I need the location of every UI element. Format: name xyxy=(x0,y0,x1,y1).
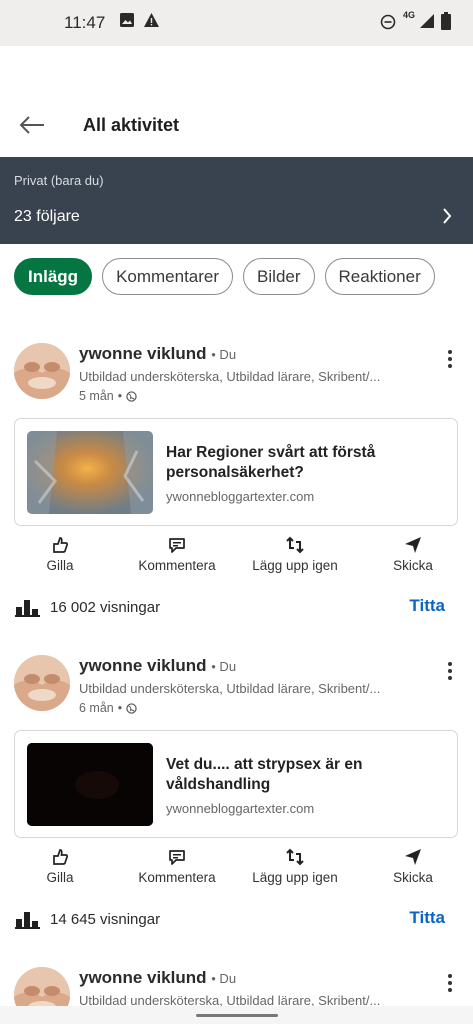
author-degree: • Du xyxy=(211,347,237,362)
status-bar: 11:47 4G xyxy=(0,0,473,46)
author-headline: Utbildad undersköterska, Utbildad lärare… xyxy=(79,369,381,384)
send-label: Skicka xyxy=(393,870,433,885)
post-card: ywonne viklund • Du Utbildad undersköter… xyxy=(0,632,473,944)
author-name[interactable]: ywonne viklund xyxy=(79,968,207,987)
author-line[interactable]: ywonne viklund • Du xyxy=(79,656,236,676)
post-meta: 5 mån • xyxy=(79,389,137,403)
author-degree: • Du xyxy=(211,659,237,674)
link-title: Har Regioner svårt att förstå personalsä… xyxy=(166,444,376,481)
followers-count: 23 följare xyxy=(14,208,80,225)
author-headline: Utbildad undersköterska, Utbildad lärare… xyxy=(79,993,381,1006)
analytics-bar-icon xyxy=(15,600,40,617)
send-icon xyxy=(405,537,421,553)
link-thumbnail xyxy=(27,743,153,826)
like-button[interactable]: Gilla xyxy=(0,843,120,885)
warning-icon xyxy=(144,13,159,27)
repost-icon xyxy=(286,848,304,866)
battery-icon xyxy=(441,12,451,30)
comment-label: Kommentera xyxy=(138,870,216,885)
link-preview-card[interactable]: Har Regioner svårt att förstå personalsä… xyxy=(14,418,458,526)
privacy-label: Privat (bara du) xyxy=(14,173,104,188)
post-meta: 6 mån • xyxy=(79,701,137,715)
view-count: 16 002 visningar xyxy=(50,599,161,616)
filter-chip-posts[interactable]: Inlägg xyxy=(14,258,93,295)
post-stats: 14 645 visningar Titta xyxy=(0,906,473,934)
signal-icon xyxy=(420,14,434,28)
more-options-icon[interactable] xyxy=(445,661,455,681)
image-icon xyxy=(120,13,134,27)
like-label: Gilla xyxy=(46,558,74,573)
comment-label: Kommentera xyxy=(138,558,216,573)
view-count: 14 645 visningar xyxy=(50,911,161,928)
repost-button[interactable]: Lägg upp igen xyxy=(235,843,355,885)
send-icon xyxy=(405,849,421,865)
view-analytics-link[interactable]: Titta xyxy=(409,596,445,616)
filter-chip-images[interactable]: Bilder xyxy=(243,258,315,295)
gesture-handle[interactable] xyxy=(196,1014,278,1017)
thumbs-up-icon xyxy=(53,849,69,865)
comment-icon xyxy=(169,538,185,553)
comment-button[interactable]: Kommentera xyxy=(117,531,237,573)
post-age: 5 mån xyxy=(79,389,114,403)
post-card: ywonne viklund • Du Utbildad undersköter… xyxy=(0,320,473,632)
author-degree: • Du xyxy=(211,971,237,986)
link-title: Vet du.... att strypsex är en våldshandl… xyxy=(166,756,363,793)
comment-button[interactable]: Kommentera xyxy=(117,843,237,885)
send-button[interactable]: Skicka xyxy=(353,531,473,573)
more-options-icon[interactable] xyxy=(445,973,455,993)
filter-chip-comments[interactable]: Kommentarer xyxy=(102,258,234,295)
post-card: ywonne viklund • Du Utbildad undersköter… xyxy=(0,944,473,1006)
globe-icon xyxy=(126,702,137,714)
like-button[interactable]: Gilla xyxy=(0,531,120,573)
link-preview-card[interactable]: Vet du.... att strypsex är en våldshandl… xyxy=(14,730,458,838)
meta-separator: • xyxy=(117,389,123,403)
repost-button[interactable]: Lägg upp igen xyxy=(235,531,355,573)
globe-icon xyxy=(126,390,137,402)
post-stats: 16 002 visningar Titta xyxy=(0,594,473,622)
post-age: 6 mån xyxy=(79,701,114,715)
author-headline: Utbildad undersköterska, Utbildad lärare… xyxy=(79,681,381,696)
filter-chip-reactions[interactable]: Reaktioner xyxy=(324,258,435,295)
post-actions: Gilla Kommentera Lägg upp igen Skicka xyxy=(0,843,473,891)
author-line[interactable]: ywonne viklund • Du xyxy=(79,968,236,988)
view-analytics-link[interactable]: Titta xyxy=(409,908,445,928)
avatar[interactable] xyxy=(14,655,70,711)
do-not-disturb-icon xyxy=(380,14,396,30)
page-title: All aktivitet xyxy=(83,115,180,135)
like-label: Gilla xyxy=(46,870,74,885)
status-time: 11:47 xyxy=(64,13,106,32)
thumbs-up-icon xyxy=(53,537,69,553)
author-name[interactable]: ywonne viklund xyxy=(79,656,207,675)
followers-banner[interactable]: Privat (bara du) 23 följare xyxy=(0,157,473,244)
post-actions: Gilla Kommentera Lägg upp igen Skicka xyxy=(0,531,473,579)
author-name[interactable]: ywonne viklund xyxy=(79,344,207,363)
repost-label: Lägg upp igen xyxy=(252,558,338,573)
comment-icon xyxy=(169,850,185,865)
author-line[interactable]: ywonne viklund • Du xyxy=(79,344,236,364)
send-label: Skicka xyxy=(393,558,433,573)
link-domain: ywonnebloggartexter.com xyxy=(166,489,315,504)
meta-separator: • xyxy=(117,701,123,715)
repost-icon xyxy=(286,536,304,554)
more-options-icon[interactable] xyxy=(445,349,455,369)
link-thumbnail xyxy=(27,431,153,514)
repost-label: Lägg upp igen xyxy=(252,870,338,885)
network-type: 4G xyxy=(403,10,416,20)
analytics-bar-icon xyxy=(15,912,40,929)
avatar[interactable] xyxy=(14,967,70,1006)
avatar[interactable] xyxy=(14,343,70,399)
chevron-right-icon xyxy=(443,208,452,224)
arrow-left-icon[interactable] xyxy=(16,109,48,141)
send-button[interactable]: Skicka xyxy=(353,843,473,885)
link-domain: ywonnebloggartexter.com xyxy=(166,801,315,816)
app-bar: All aktivitet xyxy=(0,95,473,155)
activity-filter-tabs: Inlägg Kommentarer Bilder Reaktioner xyxy=(14,258,435,295)
